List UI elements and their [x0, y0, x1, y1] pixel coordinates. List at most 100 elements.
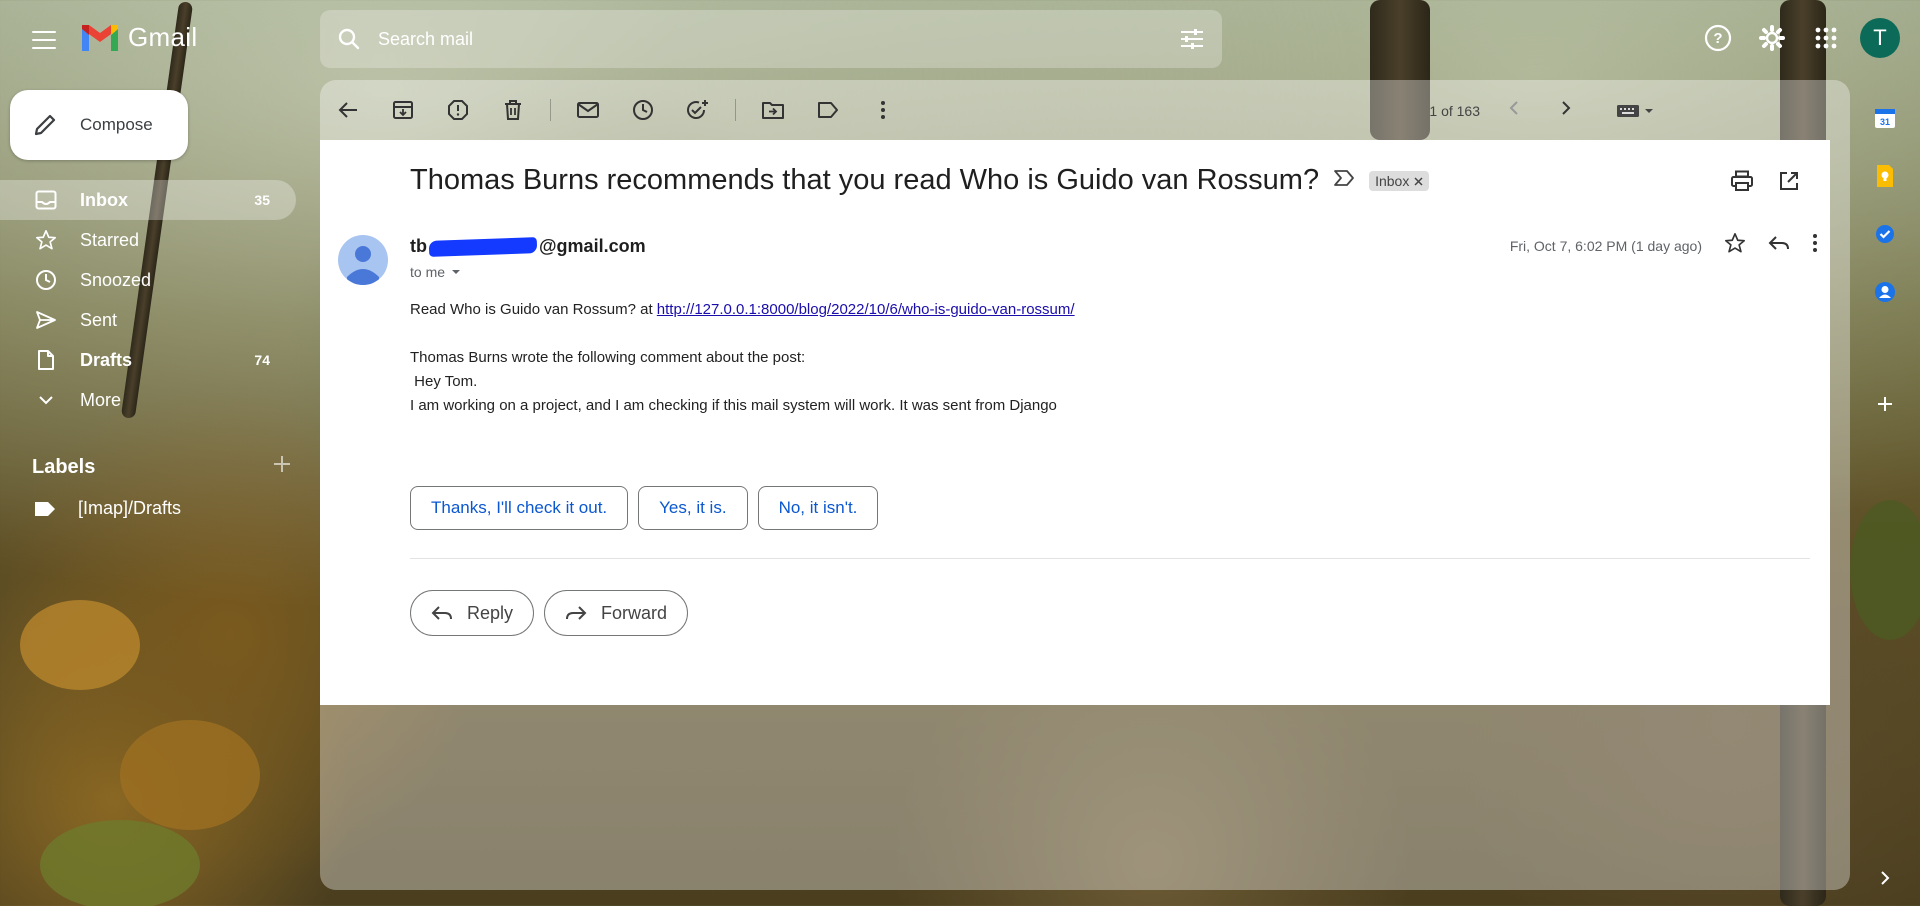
label-icon	[818, 102, 838, 118]
get-addons-button[interactable]	[1865, 384, 1905, 424]
contacts-button[interactable]	[1865, 272, 1905, 312]
chevron-down-icon	[34, 394, 58, 406]
help-button[interactable]: ?	[1698, 18, 1738, 58]
more-vert-icon	[1813, 234, 1817, 252]
delete-button[interactable]	[495, 92, 531, 128]
sidebar-item-starred[interactable]: Starred	[0, 220, 296, 260]
inbox-label-chip: Inbox	[1369, 170, 1430, 191]
svg-text:31: 31	[1880, 117, 1890, 127]
hide-side-panel-button[interactable]	[1865, 858, 1905, 898]
mark-unread-button[interactable]	[570, 92, 606, 128]
print-button[interactable]	[1730, 170, 1754, 197]
sender-email-prefix: tb	[410, 236, 427, 256]
search-input[interactable]	[378, 28, 1162, 50]
report-icon	[448, 100, 468, 120]
person-icon	[347, 246, 379, 285]
open-in-new-window-button[interactable]	[1778, 170, 1800, 197]
recipient-details[interactable]: to me	[410, 264, 461, 280]
importance-marker[interactable]	[1333, 169, 1355, 192]
gmail-logo[interactable]: Gmail	[80, 22, 197, 53]
account-avatar[interactable]: T	[1860, 18, 1900, 58]
sidebar-item-sent[interactable]: Sent	[0, 300, 296, 340]
sidebar-item-snoozed[interactable]: Snoozed	[0, 260, 296, 300]
chip-label: Inbox	[1375, 172, 1410, 189]
report-spam-button[interactable]	[440, 92, 476, 128]
toolbar-divider	[735, 99, 736, 121]
sidebar-item-label: More	[80, 389, 122, 410]
pager: 1 of 163	[1429, 100, 1654, 121]
star-button[interactable]	[1724, 232, 1746, 259]
draft-count: 74	[254, 352, 270, 368]
forward-label: Forward	[601, 602, 668, 623]
back-button[interactable]	[330, 92, 366, 128]
archive-button[interactable]	[385, 92, 421, 128]
sender-avatar[interactable]	[338, 235, 388, 285]
draft-icon	[34, 349, 58, 371]
sidebar-item-more[interactable]: More	[0, 380, 296, 420]
message-view: Thomas Burns recommends that you read Wh…	[320, 140, 1830, 705]
caret-down-icon	[452, 270, 461, 274]
label-name: [Imap]/Drafts	[78, 498, 182, 518]
move-to-button[interactable]	[755, 92, 791, 128]
older-button[interactable]	[1560, 100, 1572, 121]
remove-label-button[interactable]	[1414, 173, 1423, 189]
sidebar-item-drafts[interactable]: Drafts 74	[0, 340, 296, 380]
input-tools-button[interactable]	[1616, 103, 1654, 119]
forward-button[interactable]: Forward	[544, 590, 689, 636]
settings-button[interactable]	[1752, 18, 1792, 58]
reply-icon-button[interactable]	[1768, 234, 1790, 257]
labels-button[interactable]	[810, 92, 846, 128]
sidebar-item-label: Snoozed	[80, 269, 152, 290]
clock-icon	[34, 269, 58, 291]
main-menu-button[interactable]	[20, 20, 68, 60]
smart-reply-button[interactable]: Yes, it is.	[638, 486, 748, 530]
redaction-mark	[428, 237, 538, 258]
message-more-button[interactable]	[1812, 233, 1818, 258]
post-link[interactable]: http://127.0.0.1:8000/blog/2022/10/6/who…	[657, 301, 1075, 318]
keyboard-icon	[1617, 104, 1639, 117]
add-label-button[interactable]	[272, 454, 292, 480]
search-icon[interactable]	[320, 27, 378, 51]
newer-button[interactable]	[1508, 100, 1520, 121]
divider	[410, 558, 1810, 559]
hamburger-icon	[32, 31, 56, 49]
message-body: Read Who is Guido van Rossum? at http://…	[410, 298, 1075, 418]
search-options-icon[interactable]	[1162, 27, 1222, 51]
compose-button[interactable]: Compose	[10, 90, 188, 160]
contacts-icon	[1875, 282, 1895, 302]
chevron-right-icon	[1881, 871, 1890, 885]
calendar-button[interactable]: 31	[1865, 98, 1905, 138]
tasks-button[interactable]	[1865, 214, 1905, 254]
keep-button[interactable]	[1865, 156, 1905, 196]
arrow-back-icon	[338, 102, 357, 118]
body-line: Hey Tom.	[410, 373, 478, 390]
reply-button[interactable]: Reply	[410, 590, 535, 636]
more-options-button[interactable]	[865, 92, 901, 128]
chevron-right-icon	[1562, 101, 1571, 115]
star-icon	[34, 229, 58, 251]
sender-email-domain: @gmail.com	[539, 236, 646, 256]
sender-email[interactable]: tb @gmail.com	[410, 236, 646, 258]
email-subject: Thomas Burns recommends that you read Wh…	[410, 164, 1320, 196]
apps-button[interactable]	[1806, 18, 1846, 58]
reply-label: Reply	[467, 602, 514, 623]
add-task-icon	[687, 100, 708, 119]
pencil-icon	[34, 114, 56, 136]
sidebar-item-label: Inbox	[80, 189, 128, 210]
add-to-tasks-button[interactable]	[680, 92, 716, 128]
smart-reply-button[interactable]: No, it isn't.	[757, 486, 879, 530]
print-icon	[1731, 170, 1753, 191]
label-icon	[35, 501, 55, 516]
message-date: Fri, Oct 7, 6:02 PM (1 day ago)	[1509, 237, 1702, 254]
chevron-left-icon	[1509, 101, 1518, 115]
reply-forward-row: Reply Forward	[410, 590, 689, 636]
apps-grid-icon	[1815, 27, 1837, 49]
sidebar-nav: Inbox 35 Starred Snoozed Sent Drafts 74 …	[0, 180, 296, 420]
importance-icon	[1334, 170, 1354, 186]
label-imap-drafts[interactable]: [Imap]/Drafts	[34, 498, 181, 519]
search-bar[interactable]	[320, 10, 1222, 68]
snooze-button[interactable]	[625, 92, 661, 128]
keep-icon	[1877, 165, 1893, 187]
sidebar-item-inbox[interactable]: Inbox 35	[0, 180, 296, 220]
smart-reply-button[interactable]: Thanks, I'll check it out.	[410, 486, 629, 530]
